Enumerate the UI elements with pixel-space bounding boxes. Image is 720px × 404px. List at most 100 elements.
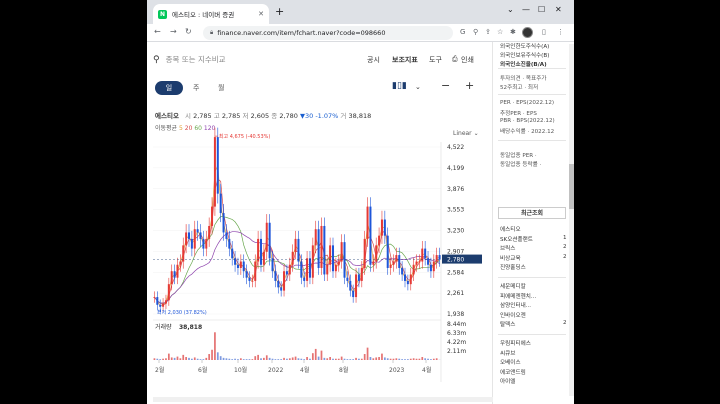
recent-stock-link[interactable]: SK오션플랜트 [500,235,533,243]
profile-avatar[interactable] [522,27,533,38]
share-icon[interactable]: ⇪ [485,28,491,36]
candle-body [306,258,309,281]
candle-body [234,258,237,265]
volume-bar [427,358,429,360]
recent-stock-link[interactable]: 우림피티에스 [500,339,531,347]
volume-bar [409,358,412,360]
bookmark-star-icon[interactable]: ☆ [497,28,503,36]
candle-body [326,264,329,275]
recent-views-tab[interactable]: 최근조회 [498,207,566,219]
candle-body [156,297,159,305]
volume-bar [375,357,378,360]
forward-icon[interactable]: → [170,27,177,36]
volume-bar [381,353,383,360]
maximize-icon[interactable]: ☐ [538,5,545,14]
lock-icon: 🔒︎ [210,29,214,36]
address-bar[interactable]: 🔒︎ finance.naver.com/item/fchart.naver?c… [203,26,453,40]
volume-bar [378,357,380,360]
recent-stock-link[interactable]: 에코앤드림 [500,368,526,376]
recent-stock-link[interactable]: 오베이스 [500,358,521,366]
candle-body [331,245,335,272]
tab-close-icon[interactable]: ✕ [258,10,264,18]
volume-bar [358,358,360,360]
recent-stock-link[interactable]: 아이엘 [500,377,515,385]
volume-bar [386,358,389,360]
candle-body [395,255,398,262]
moving-average-line [154,178,440,306]
volume-bar [222,357,225,360]
recent-stock-link[interactable]: 세운메디칼 [500,282,526,290]
volume-bar [421,357,424,360]
candle-body [193,229,196,249]
new-tab-icon[interactable]: + [275,6,284,18]
volume-bar [360,358,363,360]
volume-bar [335,358,337,360]
candle-body [245,271,248,278]
panel-divider [498,140,566,141]
volume-bar [234,358,236,360]
minimize-icon[interactable]: — [522,5,530,14]
candle-body [308,258,311,278]
candle-body [369,206,372,265]
recent-stock-link[interactable]: 비상교육 [500,254,521,262]
volume-bar [173,357,176,360]
candle-body [265,222,268,252]
recent-stock-link[interactable]: 삼양인터내... [500,301,531,309]
volume-bar [297,358,300,360]
candle-body [274,271,277,281]
volume-bar [196,358,199,360]
volume-bar [349,359,352,360]
candle-body [219,193,222,214]
back-icon[interactable]: ← [154,27,161,36]
volume-bar [179,358,182,360]
volume-bar [165,358,167,360]
price-chart[interactable]: 4,522 4,199 3,876 3,553 3,230 2,907 2,584 2,261… [147,42,492,404]
extensions-icon[interactable]: ✱ [510,28,516,36]
reload-icon[interactable]: ↻ [185,27,192,36]
close-window-icon[interactable]: ✕ [555,5,562,14]
recent-stock-link[interactable]: 탈덱스 [500,320,515,328]
recent-stock-link[interactable]: 씨큐브 [500,349,515,357]
panel-divider [498,94,566,95]
candle-body [262,251,265,265]
candle-body [389,264,392,268]
chart-pane: ⚲ 종목 또는 지수비교 공시 보조지표 도구 ⎙ 인쇄 일 주 월 ▮▯▮ ⌄… [147,42,492,404]
menu-icon[interactable]: ⋮ [557,28,564,36]
panel-divider [498,334,566,335]
candle-body [303,277,306,281]
candle-body [199,232,202,239]
volume-bar [167,353,170,360]
candle-body [383,219,386,236]
x-tick-label: 6월 [198,366,207,374]
tab-search-icon[interactable]: ⌄ [507,5,514,14]
volume-bar [277,359,280,360]
volume-bar [372,358,375,360]
recent-stock-link[interactable]: 피에메젠헨치... [500,292,536,300]
volume-bar [202,359,205,360]
volume-bar [265,355,268,360]
browser-tab[interactable]: N 에스티오 : 네이버 증권 ✕ [153,4,269,24]
volume-bar [366,347,369,360]
recent-stock-link[interactable]: 인바이오젠 [500,311,526,319]
candle-body [366,206,369,239]
volume-bar [237,359,239,360]
volume-bar [219,356,222,360]
candle-body [170,271,173,285]
volume-bar [340,356,343,360]
candle-body [222,213,225,233]
price-tick-label: 2,584 [447,269,464,276]
volume-bar [392,358,395,360]
recent-stock-count: 2 [563,253,567,260]
zoom-icon[interactable]: ⚲ [473,28,478,36]
recent-stock-link[interactable]: 진양홀딩스 [500,263,526,271]
candle-body [162,303,165,307]
recent-stock-link[interactable]: 브릭스 [500,244,515,252]
recent-stock-link[interactable]: 에스티오 [500,225,521,233]
google-translate-icon[interactable]: G [460,28,465,36]
volume-bar [346,359,349,360]
side-panel-icon[interactable]: ▯ [542,28,546,36]
vertical-scrollbar[interactable] [569,44,574,396]
volume-bar [424,358,427,360]
horizontal-scrollbar[interactable] [153,397,493,402]
candle-body [380,219,383,236]
